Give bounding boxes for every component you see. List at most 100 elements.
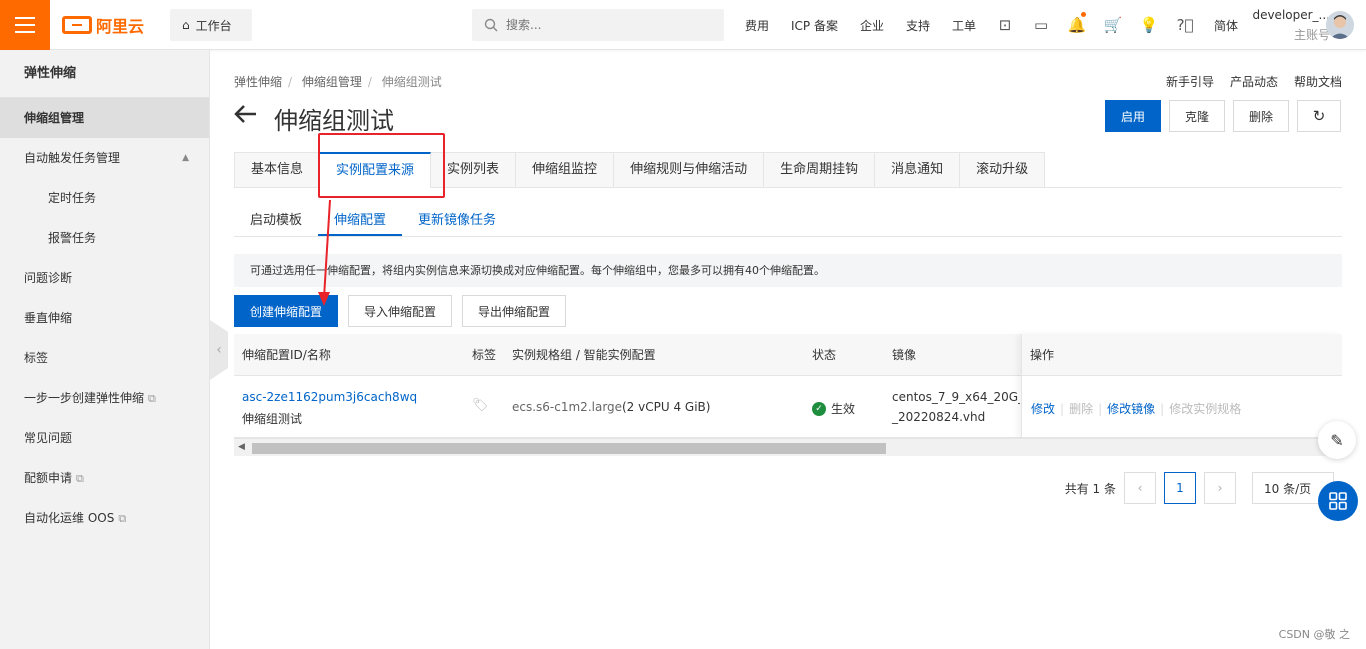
aliyun-logo-mark — [62, 16, 92, 34]
sidebar-item-scaling-group[interactable]: 伸缩组管理 — [0, 98, 209, 138]
workbench-label: 工作台 — [195, 18, 232, 33]
link-help-docs[interactable]: 帮助文档 — [1294, 73, 1342, 90]
hamburger-menu-icon[interactable] — [0, 0, 50, 50]
enable-button[interactable]: 启用 — [1105, 100, 1161, 132]
scrollbar-thumb[interactable] — [252, 443, 886, 454]
subtab-update-image-task[interactable]: 更新镜像任务 — [402, 205, 512, 236]
external-link-icon: ⧉ — [148, 392, 156, 405]
help-icon[interactable]: ?⃝ — [1167, 0, 1203, 50]
image-name-suffix: _20220824.vhd — [892, 410, 986, 424]
tab-notifications[interactable]: 消息通知 — [875, 152, 961, 188]
tab-lifecycle-hooks[interactable]: 生命周期挂钩 — [764, 152, 876, 188]
nav-support[interactable]: 支持 — [895, 17, 941, 34]
search-input[interactable] — [506, 18, 706, 32]
link-product-news[interactable]: 产品动态 — [1230, 73, 1278, 90]
clone-button[interactable]: 克隆 — [1169, 100, 1225, 132]
tab-rolling-upgrade[interactable]: 滚动升级 — [960, 152, 1046, 188]
sidebar-item-label: 问题诊断 — [24, 271, 73, 285]
terminal-icon[interactable]: ▭ — [1023, 0, 1059, 50]
tag-icon[interactable]: 🏷 — [472, 398, 489, 413]
tab-rules-activities[interactable]: 伸缩规则与伸缩活动 — [614, 152, 765, 188]
breadcrumb-item[interactable]: 弹性伸缩 — [234, 75, 282, 89]
user-role: 主账号 — [1293, 28, 1330, 42]
grid-glyph — [1329, 492, 1347, 510]
instance-spec: ecs.s6-c1m2.large — [512, 400, 623, 414]
user-info[interactable]: developer_... 主账号 — [1230, 8, 1330, 43]
sidebar-item-label: 自动化运维 OOS — [24, 511, 115, 525]
sidebar-collapse-handle[interactable]: ‹ — [210, 320, 228, 380]
next-page-icon[interactable]: › — [1204, 472, 1236, 504]
nav-icp[interactable]: ICP 备案 — [780, 17, 849, 34]
breadcrumb-separator: / — [288, 75, 293, 89]
home-icon: ⌂ — [182, 18, 190, 32]
back-arrow-icon[interactable] — [234, 104, 258, 130]
link-beginner-guide[interactable]: 新手引导 — [1166, 73, 1214, 90]
external-link-icon: ⧉ — [76, 472, 84, 485]
notification-bell-icon[interactable]: 🔔 — [1059, 0, 1095, 50]
sidebar-item-tags[interactable]: 标签 — [0, 338, 209, 378]
tab-basic-info[interactable]: 基本信息 — [234, 152, 321, 188]
scroll-left-icon[interactable]: ◀ — [238, 442, 245, 452]
delete-button[interactable]: 删除 — [1233, 100, 1289, 132]
sidebar-item-faq[interactable]: 常见问题 — [0, 418, 209, 458]
sidebar-item-label: 报警任务 — [48, 231, 97, 245]
actions-column-fixed — [1021, 334, 1342, 438]
column-header-image: 镜像 — [892, 348, 917, 362]
feedback-edit-icon[interactable]: ✎ — [1318, 421, 1356, 459]
chevron-left-icon: ‹ — [216, 342, 222, 358]
create-scaling-config-button[interactable]: 创建伸缩配置 — [234, 295, 339, 327]
refresh-icon[interactable]: ↻ — [1297, 100, 1341, 132]
sidebar-item-auto-trigger[interactable]: 自动触发任务管理 ▲ — [0, 138, 209, 178]
sub-tabs: 启动模板 伸缩配置 更新镜像任务 — [234, 205, 1342, 237]
help-links: 新手引导 产品动态 帮助文档 — [1166, 73, 1342, 90]
column-header-tags: 标签 — [472, 348, 497, 362]
check-circle-icon: ✓ — [812, 401, 826, 416]
nav-billing[interactable]: 费用 — [734, 17, 780, 34]
sidebar: 弹性伸缩 伸缩组管理 自动触发任务管理 ▲ 定时任务 报警任务 问题诊断 垂直伸缩… — [0, 50, 210, 649]
external-link-icon: ⧉ — [118, 512, 127, 525]
instance-spec-detail: (2 vCPU 4 GiB) — [622, 400, 711, 414]
notification-dot — [1081, 12, 1087, 17]
config-id-link[interactable]: asc-2ze1162pum3j6cach8wq — [242, 390, 417, 404]
sidebar-item-quota[interactable]: 配额申请 ⧉ — [0, 458, 209, 498]
subtab-scaling-config[interactable]: 伸缩配置 — [318, 205, 403, 236]
import-scaling-config-button[interactable]: 导入伸缩配置 — [348, 295, 453, 327]
search-box[interactable] — [472, 9, 724, 41]
column-header-spec: 实例规格组 / 智能实例配置 — [512, 348, 656, 362]
breadcrumb: 弹性伸缩 / 伸缩组管理 / 伸缩组测试 — [234, 73, 448, 90]
sidebar-item-step-by-step[interactable]: 一步一步创建弹性伸缩 ⧉ — [0, 378, 209, 418]
workbench-button[interactable]: ⌂ 工作台 — [170, 9, 252, 41]
avatar[interactable] — [1326, 11, 1354, 39]
apps-grid-icon[interactable] — [1318, 481, 1358, 521]
sidebar-item-label: 伸缩组管理 — [24, 111, 85, 125]
export-scaling-config-button[interactable]: 导出伸缩配置 — [462, 295, 567, 327]
sidebar-item-oos[interactable]: 自动化运维 OOS ⧉ — [0, 498, 209, 538]
prev-page-icon[interactable]: ‹ — [1124, 472, 1156, 504]
sidebar-item-label: 常见问题 — [24, 431, 73, 445]
sidebar-item-label: 标签 — [24, 351, 49, 365]
sidebar-item-scheduled-task[interactable]: 定时任务 — [0, 178, 209, 218]
sidebar-item-alarm-task[interactable]: 报警任务 — [0, 218, 209, 258]
sidebar-item-vertical-scaling[interactable]: 垂直伸缩 — [0, 298, 209, 338]
column-header-id: 伸缩配置ID/名称 — [242, 348, 331, 362]
sidebar-item-label: 自动触发任务管理 — [24, 151, 121, 165]
cloud-shell-icon[interactable]: ⊡ — [987, 0, 1023, 50]
sidebar-item-label: 定时任务 — [48, 191, 97, 205]
subtab-launch-template[interactable]: 启动模板 — [234, 205, 318, 236]
table-toolbar: 创建伸缩配置 导入伸缩配置 导出伸缩配置 — [234, 295, 567, 327]
sidebar-item-diagnosis[interactable]: 问题诊断 — [0, 258, 209, 298]
horizontal-scrollbar[interactable]: ◀ — [234, 438, 1342, 456]
breadcrumb-item[interactable]: 伸缩组管理 — [302, 75, 362, 89]
status-text: 生效 — [831, 402, 856, 416]
nav-ticket[interactable]: 工单 — [941, 17, 987, 34]
nav-enterprise[interactable]: 企业 — [849, 17, 895, 34]
status-badge: ✓ 生效 — [812, 400, 855, 417]
sidebar-item-label: 一步一步创建弹性伸缩 — [24, 391, 145, 405]
aliyun-logo[interactable]: 阿里云 — [62, 14, 144, 36]
cart-icon[interactable]: 🛒 — [1095, 0, 1131, 50]
tab-monitoring[interactable]: 伸缩组监控 — [516, 152, 615, 188]
lightbulb-icon[interactable]: 💡 — [1131, 0, 1167, 50]
page-number[interactable]: 1 — [1164, 472, 1196, 504]
back-arrow-glyph — [234, 105, 256, 123]
watermark: CSDN @敬 之 — [1278, 628, 1350, 641]
